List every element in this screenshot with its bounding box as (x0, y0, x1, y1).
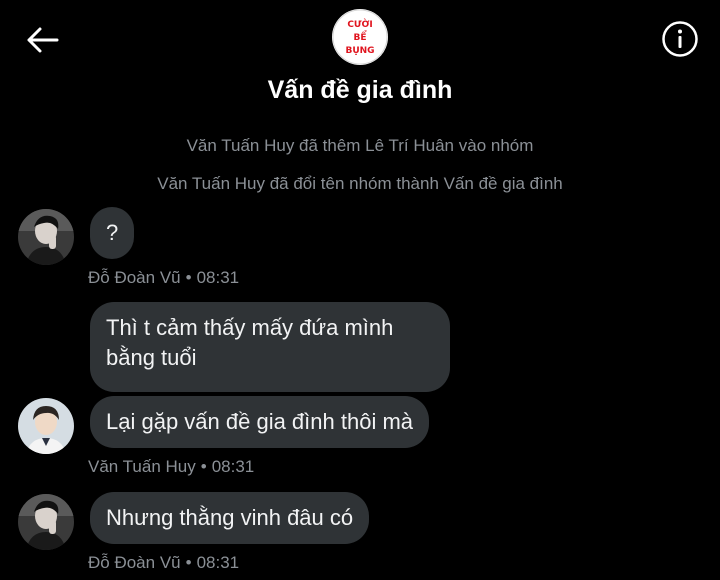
message-text-line: bằng tuổi (106, 345, 197, 370)
avatar[interactable] (18, 494, 74, 550)
arrow-left-icon (27, 27, 59, 53)
group-avatar-line3: BỤNG (345, 46, 374, 56)
message-bubble[interactable]: Nhưng thằng vinh đâu có (90, 492, 370, 544)
message-bubble[interactable]: Lại gặp vấn đề gia đình thôi mà (90, 396, 430, 448)
system-message: Văn Tuấn Huy đã thêm Lê Trí Huân vào nhó… (186, 136, 534, 155)
message-meta: Đỗ Đoàn Vũ • 08:31 (88, 268, 239, 288)
group-avatar-line1: CƯỜI (347, 18, 372, 30)
message-time: 08:31 (211, 457, 255, 476)
message-time: 08:31 (196, 268, 240, 287)
message-bubble[interactable]: ? (90, 207, 135, 259)
meta-separator: • (185, 553, 192, 572)
message-meta: Đỗ Đoàn Vũ • 08:31 (88, 553, 239, 573)
info-button[interactable] (660, 19, 700, 59)
message-sender: Đỗ Đoàn Vũ (88, 553, 181, 572)
message-meta: Văn Tuấn Huy • 08:31 (88, 457, 254, 477)
back-button[interactable] (20, 22, 64, 58)
avatar[interactable] (18, 398, 74, 454)
meta-separator: • (200, 457, 207, 476)
page-title: Vấn đề gia đình (267, 76, 453, 104)
system-message: Văn Tuấn Huy đã đổi tên nhóm thành Vấn đ… (157, 174, 563, 193)
message-sender: Đỗ Đoàn Vũ (88, 268, 181, 287)
message-sender: Văn Tuấn Huy (88, 457, 196, 476)
message-bubble[interactable]: Thì t cảm thấy mấy đứa mình bằng tuổi (90, 302, 450, 392)
meta-separator: • (185, 268, 192, 287)
group-avatar[interactable]: CƯỜI BỂ BỤNG (332, 9, 388, 65)
message-text-line: Thì t cảm thấy mấy đứa mình (106, 315, 394, 340)
avatar[interactable] (18, 209, 74, 265)
info-circle-icon (662, 21, 698, 57)
message-time: 08:31 (196, 553, 240, 572)
